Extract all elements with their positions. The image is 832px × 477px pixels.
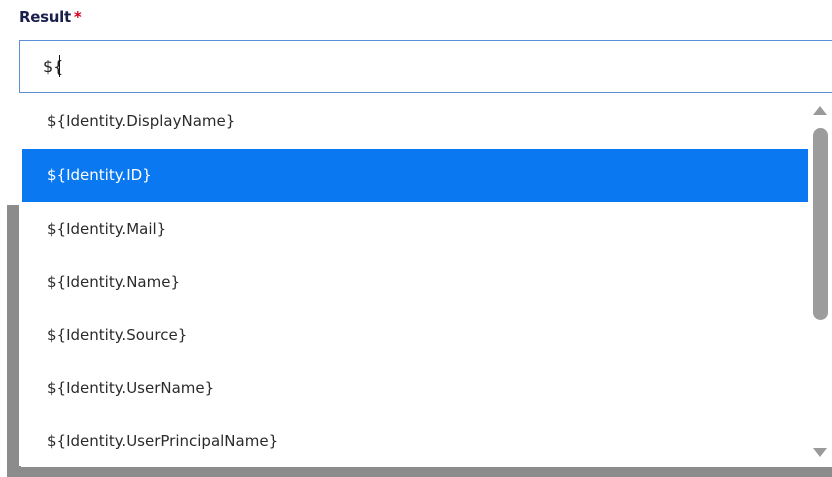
required-marker: *	[73, 8, 82, 26]
result-input[interactable]: ${	[19, 40, 832, 93]
scroll-down-arrow-icon[interactable]	[813, 448, 827, 457]
option-identity-name[interactable]: ${Identity.Name}	[22, 256, 808, 309]
dropdown-scrollbar[interactable]	[808, 94, 832, 466]
option-identity-source[interactable]: ${Identity.Source}	[22, 309, 808, 362]
result-label-text: Result	[19, 8, 71, 26]
option-identity-userprincipalname[interactable]: ${Identity.UserPrincipalName}	[22, 415, 808, 468]
option-identity-mail[interactable]: ${Identity.Mail}	[22, 203, 808, 256]
option-identity-displayname[interactable]: ${Identity.DisplayName}	[22, 95, 808, 148]
scrollbar-thumb[interactable]	[813, 128, 828, 320]
text-cursor	[59, 55, 60, 77]
option-identity-id[interactable]: ${Identity.ID}	[22, 149, 808, 202]
option-identity-username[interactable]: ${Identity.UserName}	[22, 362, 808, 415]
result-field-label: Result *	[19, 8, 82, 26]
result-input-value: ${	[43, 57, 64, 76]
autocomplete-dropdown: ${Identity.DisplayName} ${Identity.ID} $…	[19, 94, 832, 466]
scroll-up-arrow-icon[interactable]	[813, 106, 827, 115]
